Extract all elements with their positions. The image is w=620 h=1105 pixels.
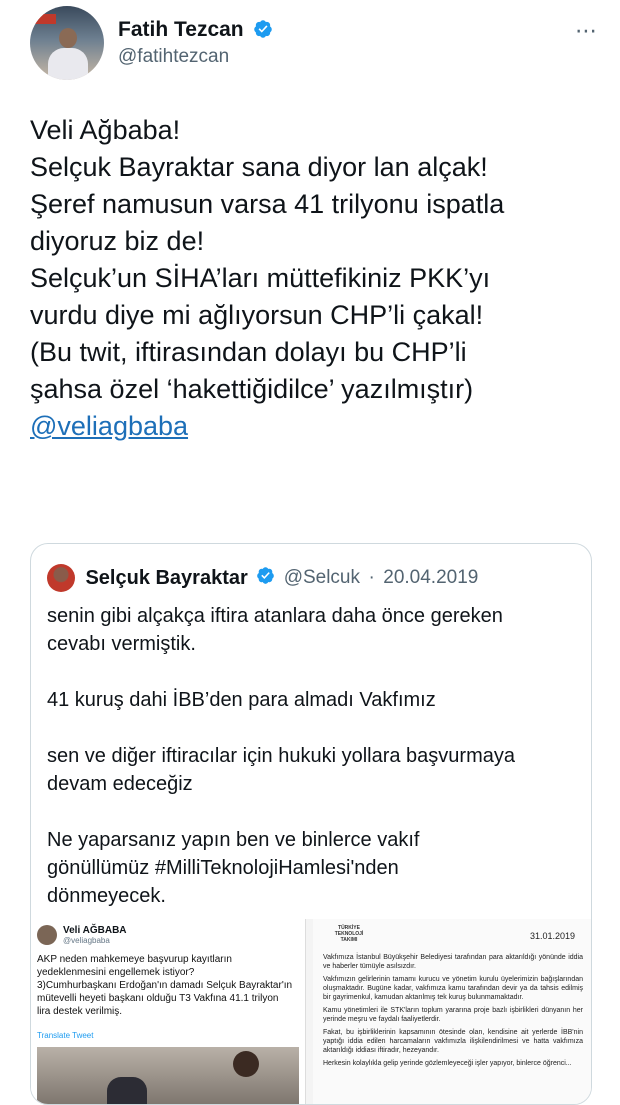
quoted-line: senin gibi alçakça iftira atanlara daha … xyxy=(47,605,503,627)
embedded-line: yedeklenmesini engellemek istiyor? xyxy=(37,967,195,978)
verified-badge-icon xyxy=(257,567,275,585)
tweet-line: Selçuk Bayraktar sana diyor lan alçak! xyxy=(30,152,488,182)
quoted-tweet-header: Selçuk Bayraktar @Selcuk · 20.04.2019 xyxy=(47,564,478,594)
meta-separator: · xyxy=(368,567,375,588)
quoted-author-handle[interactable]: @Selcuk xyxy=(284,567,360,588)
quoted-line: Ne yaparsanız yapın ben ve binlerce vakı… xyxy=(47,829,420,851)
document-paragraph: Fakat, bu işbirliklerinin kapsamının öte… xyxy=(323,1029,583,1054)
quoted-line: cevabı vermiştik. xyxy=(47,633,196,655)
avatar-body xyxy=(48,48,88,80)
document-date: 31.01.2019 xyxy=(529,931,575,941)
quoted-line: 41 kuruş dahi İBB’den para almadı Vakfım… xyxy=(47,689,436,711)
press-release-document[interactable]: TÜRKİYE TEKNOLOJİ TAKIMI 31.01.2019 Vakf… xyxy=(313,919,591,1104)
verified-badge-icon xyxy=(254,20,273,38)
embedded-tweet-text: AKP neden mahkemeye başvurup kayıtların … xyxy=(37,953,299,1018)
embedded-line: mütevelli heyeti başkanı olduğu T3 Vakfı… xyxy=(37,993,279,1004)
author-handle[interactable]: @fatihtezcan xyxy=(118,46,229,68)
tweet-line: (Bu twit, iftirasından dolayı bu CHP’li xyxy=(30,337,467,367)
mention-link[interactable]: @veliagbaba xyxy=(30,408,600,445)
photo-person xyxy=(233,1051,259,1077)
embedded-line: lira destek verilmiş. xyxy=(37,1006,123,1017)
quoted-line: gönüllümüz #MilliTeknolojiHamlesi'nden xyxy=(47,857,399,879)
embedded-author-avatar xyxy=(37,925,57,945)
foundation-logo: TÜRKİYE TEKNOLOJİ TAKIMI xyxy=(334,925,364,943)
embedded-author-handle: @veliagbaba xyxy=(63,936,110,945)
tweet-header: Fatih Tezcan @fatihtezcan ⋯ xyxy=(30,6,600,80)
quoted-line: sen ve diğer iftiracılar için hukuki yol… xyxy=(47,745,515,767)
author-avatar[interactable] xyxy=(30,6,104,80)
tweet-line: Veli Ağbaba! xyxy=(30,115,181,145)
avatar-background-sign xyxy=(34,14,56,24)
avatar-head xyxy=(59,28,77,48)
tweet-text: Veli Ağbaba! Selçuk Bayraktar sana diyor… xyxy=(30,112,600,445)
author-name-text[interactable]: Fatih Tezcan xyxy=(118,18,244,41)
document-paragraph: Herkesin kolaylıkla gelip yerinde gözlem… xyxy=(323,1060,572,1067)
quoted-tweet-media[interactable]: Veli AĞBABA @veliagbaba AKP neden mahkem… xyxy=(31,919,591,1104)
document-paragraph: Vakfımızın gelirlerinin tamamı kurucu ve… xyxy=(323,976,583,1001)
tweet-line: Selçuk’un SİHA’ları müttefikiniz PKK’yı xyxy=(30,263,491,293)
document-paragraph: Kamu yönetimleri ile STK'ların toplum ya… xyxy=(323,1007,583,1023)
embedded-tweet-screenshot[interactable]: Veli AĞBABA @veliagbaba AKP neden mahkem… xyxy=(31,919,306,1104)
quoted-author-name[interactable]: Selçuk Bayraktar xyxy=(85,567,247,589)
quoted-tweet-text: senin gibi alçakça iftira atanlara daha … xyxy=(47,602,577,910)
embedded-line: AKP neden mahkemeye başvurup kayıtların xyxy=(37,954,232,965)
quoted-tweet-card[interactable]: Selçuk Bayraktar @Selcuk · 20.04.2019 se… xyxy=(30,543,592,1105)
quoted-author-avatar[interactable] xyxy=(47,564,75,592)
photo-person xyxy=(107,1077,147,1104)
more-options-icon[interactable]: ⋯ xyxy=(575,18,598,44)
embedded-line: 3)Cumhurbaşkanı Erdoğan'ın damadı Selçuk… xyxy=(37,980,293,991)
quoted-tweet-date[interactable]: 20.04.2019 xyxy=(383,567,478,588)
tweet-line: vurdu diye mi ağlıyorsun CHP’li çakal! xyxy=(30,300,484,330)
author-name[interactable]: Fatih Tezcan xyxy=(118,18,273,42)
quoted-line: dönmeyecek. xyxy=(47,885,166,907)
document-paragraph: Vakfımıza İstanbul Büyükşehir Belediyesi… xyxy=(323,954,583,970)
embedded-photo xyxy=(37,1047,299,1104)
quoted-line: devam edeceğiz xyxy=(47,773,193,795)
document-body: Vakfımıza İstanbul Büyükşehir Belediyesi… xyxy=(323,953,583,1072)
tweet-line: Şeref namusun varsa 41 trilyonu ispatla xyxy=(30,189,505,219)
tweet-line: diyoruz biz de! xyxy=(30,226,205,256)
embedded-author-name: Veli AĞBABA xyxy=(63,925,127,936)
translate-tweet-link: Translate Tweet xyxy=(37,1031,94,1040)
tweet-line: şahsa özel ‘hakettiğidilce’ yazılmıştır) xyxy=(30,374,474,404)
